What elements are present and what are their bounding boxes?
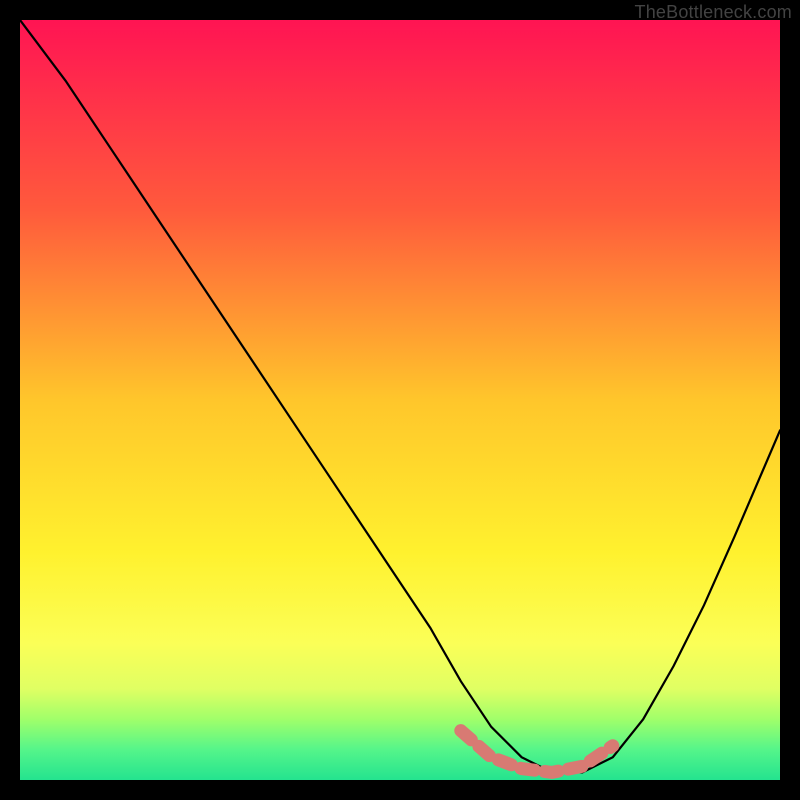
chart-stage: TheBottleneck.com <box>0 0 800 800</box>
optimal-band-highlight <box>461 731 613 773</box>
curve-svg <box>20 20 780 780</box>
bottleneck-curve <box>20 20 780 772</box>
watermark-label: TheBottleneck.com <box>635 2 792 23</box>
plot-area <box>20 20 780 780</box>
